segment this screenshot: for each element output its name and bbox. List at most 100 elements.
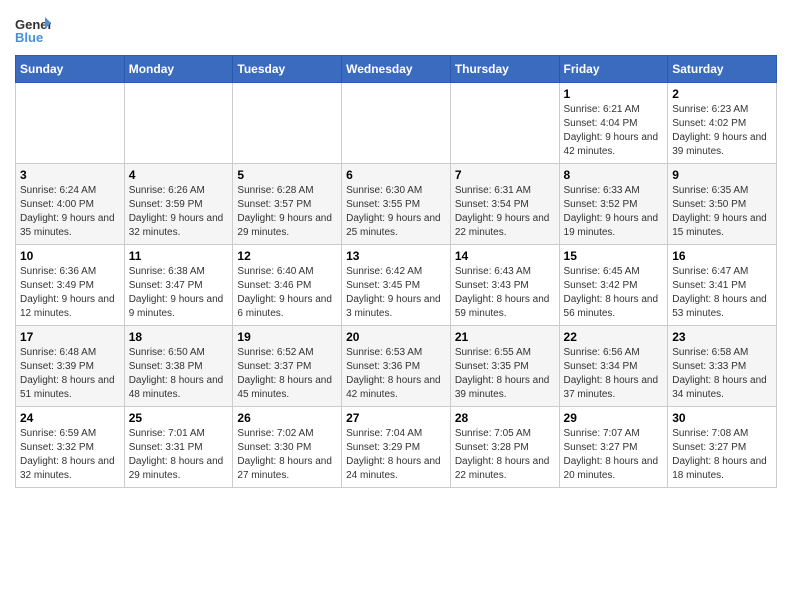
day-info: Sunrise: 7:05 AM Sunset: 3:28 PM Dayligh… — [455, 427, 555, 483]
calendar-cell: 3Sunrise: 6:24 AM Sunset: 4:00 PM Daylig… — [16, 164, 125, 245]
calendar-cell — [124, 83, 233, 164]
calendar-cell: 9 Sunrise: 6:35 AM Sunset: 3:50 PM Daylig… — [668, 164, 777, 245]
day-number: 1 — [564, 87, 664, 101]
day-number: 22 — [564, 330, 664, 344]
day-number: 18 — [129, 330, 229, 344]
day-number: 21 — [455, 330, 555, 344]
calendar-cell — [450, 83, 559, 164]
day-number: 16 — [672, 249, 772, 263]
day-number: 23 — [672, 330, 772, 344]
calendar-cell — [16, 83, 125, 164]
day-number: 24 — [20, 411, 120, 425]
day-number: 2 — [672, 87, 772, 101]
day-info: Sunrise: 6:43 AM Sunset: 3:43 PM Dayligh… — [455, 265, 555, 321]
calendar-cell: 5Sunrise: 6:28 AM Sunset: 3:57 PM Daylig… — [233, 164, 342, 245]
day-number: 13 — [346, 249, 446, 263]
day-number: 6 — [346, 168, 446, 182]
calendar-cell: 22 Sunrise: 6:56 AM Sunset: 3:34 PM Dayli… — [559, 326, 668, 407]
day-number: 12 — [237, 249, 337, 263]
day-info: Sunrise: 6:45 AM Sunset: 3:42 PM Dayligh… — [564, 265, 664, 321]
calendar-table: SundayMondayTuesdayWednesdayThursdayFrid… — [15, 55, 777, 488]
day-info: Sunrise: 6:21 AM Sunset: 4:04 PM Dayligh… — [564, 103, 664, 159]
calendar-cell: 11 Sunrise: 6:38 AM Sunset: 3:47 PM Dayli… — [124, 245, 233, 326]
day-number: 4 — [129, 168, 229, 182]
day-number: 26 — [237, 411, 337, 425]
calendar-cell: 12 Sunrise: 6:40 AM Sunset: 3:46 PM Dayli… — [233, 245, 342, 326]
calendar-cell: 1 Sunrise: 6:21 AM Sunset: 4:04 PM Daylig… — [559, 83, 668, 164]
day-info: Sunrise: 6:40 AM Sunset: 3:46 PM Dayligh… — [237, 265, 337, 321]
calendar-body: 1 Sunrise: 6:21 AM Sunset: 4:04 PM Daylig… — [16, 83, 777, 488]
page-header: General Blue — [15, 15, 777, 45]
calendar-cell: 8 Sunrise: 6:33 AM Sunset: 3:52 PM Daylig… — [559, 164, 668, 245]
day-number: 14 — [455, 249, 555, 263]
calendar-cell: 20Sunrise: 6:53 AM Sunset: 3:36 PM Dayli… — [342, 326, 451, 407]
day-number: 3 — [20, 168, 120, 182]
svg-text:Blue: Blue — [15, 30, 43, 45]
calendar-cell: 27 Sunrise: 7:04 AM Sunset: 3:29 PM Dayli… — [342, 407, 451, 488]
day-info: Sunrise: 6:30 AM Sunset: 3:55 PM Dayligh… — [346, 184, 446, 240]
day-info: Sunrise: 6:59 AM Sunset: 3:32 PM Dayligh… — [20, 427, 120, 483]
calendar-cell: 17Sunrise: 6:48 AM Sunset: 3:39 PM Dayli… — [16, 326, 125, 407]
calendar-week-2: 3Sunrise: 6:24 AM Sunset: 4:00 PM Daylig… — [16, 164, 777, 245]
calendar-header-row: SundayMondayTuesdayWednesdayThursdayFrid… — [16, 56, 777, 83]
column-header-thursday: Thursday — [450, 56, 559, 83]
day-info: Sunrise: 7:04 AM Sunset: 3:29 PM Dayligh… — [346, 427, 446, 483]
day-number: 27 — [346, 411, 446, 425]
calendar-cell: 2 Sunrise: 6:23 AM Sunset: 4:02 PM Daylig… — [668, 83, 777, 164]
day-number: 30 — [672, 411, 772, 425]
day-number: 29 — [564, 411, 664, 425]
calendar-cell: 14 Sunrise: 6:43 AM Sunset: 3:43 PM Dayli… — [450, 245, 559, 326]
calendar-cell: 4 Sunrise: 6:26 AM Sunset: 3:59 PM Daylig… — [124, 164, 233, 245]
day-number: 9 — [672, 168, 772, 182]
calendar-cell: 18 Sunrise: 6:50 AM Sunset: 3:38 PM Dayli… — [124, 326, 233, 407]
day-info: Sunrise: 6:26 AM Sunset: 3:59 PM Dayligh… — [129, 184, 229, 240]
day-number: 8 — [564, 168, 664, 182]
calendar-cell — [342, 83, 451, 164]
calendar-cell: 29 Sunrise: 7:07 AM Sunset: 3:27 PM Dayli… — [559, 407, 668, 488]
day-info: Sunrise: 6:50 AM Sunset: 3:38 PM Dayligh… — [129, 346, 229, 402]
day-info: Sunrise: 6:58 AM Sunset: 3:33 PM Dayligh… — [672, 346, 772, 402]
calendar-cell: 19 Sunrise: 6:52 AM Sunset: 3:37 PM Dayli… — [233, 326, 342, 407]
day-info: Sunrise: 6:36 AM Sunset: 3:49 PM Dayligh… — [20, 265, 120, 321]
calendar-cell: 23 Sunrise: 6:58 AM Sunset: 3:33 PM Dayli… — [668, 326, 777, 407]
calendar-cell: 30 Sunrise: 7:08 AM Sunset: 3:27 PM Dayli… — [668, 407, 777, 488]
logo: General Blue — [15, 15, 51, 45]
column-header-wednesday: Wednesday — [342, 56, 451, 83]
day-info: Sunrise: 6:56 AM Sunset: 3:34 PM Dayligh… — [564, 346, 664, 402]
day-info: Sunrise: 6:47 AM Sunset: 3:41 PM Dayligh… — [672, 265, 772, 321]
day-number: 15 — [564, 249, 664, 263]
day-info: Sunrise: 6:55 AM Sunset: 3:35 PM Dayligh… — [455, 346, 555, 402]
calendar-week-5: 24 Sunrise: 6:59 AM Sunset: 3:32 PM Dayli… — [16, 407, 777, 488]
calendar-week-3: 10 Sunrise: 6:36 AM Sunset: 3:49 PM Dayli… — [16, 245, 777, 326]
day-info: Sunrise: 6:35 AM Sunset: 3:50 PM Dayligh… — [672, 184, 772, 240]
day-info: Sunrise: 7:07 AM Sunset: 3:27 PM Dayligh… — [564, 427, 664, 483]
calendar-cell: 16 Sunrise: 6:47 AM Sunset: 3:41 PM Dayli… — [668, 245, 777, 326]
calendar-cell: 15 Sunrise: 6:45 AM Sunset: 3:42 PM Dayli… — [559, 245, 668, 326]
day-info: Sunrise: 6:53 AM Sunset: 3:36 PM Dayligh… — [346, 346, 446, 402]
column-header-friday: Friday — [559, 56, 668, 83]
day-info: Sunrise: 6:33 AM Sunset: 3:52 PM Dayligh… — [564, 184, 664, 240]
calendar-cell: 7Sunrise: 6:31 AM Sunset: 3:54 PM Daylig… — [450, 164, 559, 245]
day-number: 11 — [129, 249, 229, 263]
column-header-sunday: Sunday — [16, 56, 125, 83]
calendar-cell: 28 Sunrise: 7:05 AM Sunset: 3:28 PM Dayli… — [450, 407, 559, 488]
day-number: 10 — [20, 249, 120, 263]
day-number: 28 — [455, 411, 555, 425]
day-number: 7 — [455, 168, 555, 182]
column-header-tuesday: Tuesday — [233, 56, 342, 83]
logo-icon: General Blue — [15, 15, 51, 45]
calendar-week-4: 17Sunrise: 6:48 AM Sunset: 3:39 PM Dayli… — [16, 326, 777, 407]
day-info: Sunrise: 7:02 AM Sunset: 3:30 PM Dayligh… — [237, 427, 337, 483]
calendar-cell — [233, 83, 342, 164]
day-number: 5 — [237, 168, 337, 182]
day-info: Sunrise: 6:42 AM Sunset: 3:45 PM Dayligh… — [346, 265, 446, 321]
calendar-cell: 24 Sunrise: 6:59 AM Sunset: 3:32 PM Dayli… — [16, 407, 125, 488]
calendar-week-1: 1 Sunrise: 6:21 AM Sunset: 4:04 PM Daylig… — [16, 83, 777, 164]
day-info: Sunrise: 7:08 AM Sunset: 3:27 PM Dayligh… — [672, 427, 772, 483]
day-info: Sunrise: 6:52 AM Sunset: 3:37 PM Dayligh… — [237, 346, 337, 402]
day-info: Sunrise: 6:38 AM Sunset: 3:47 PM Dayligh… — [129, 265, 229, 321]
column-header-monday: Monday — [124, 56, 233, 83]
column-header-saturday: Saturday — [668, 56, 777, 83]
day-number: 19 — [237, 330, 337, 344]
day-info: Sunrise: 6:23 AM Sunset: 4:02 PM Dayligh… — [672, 103, 772, 159]
